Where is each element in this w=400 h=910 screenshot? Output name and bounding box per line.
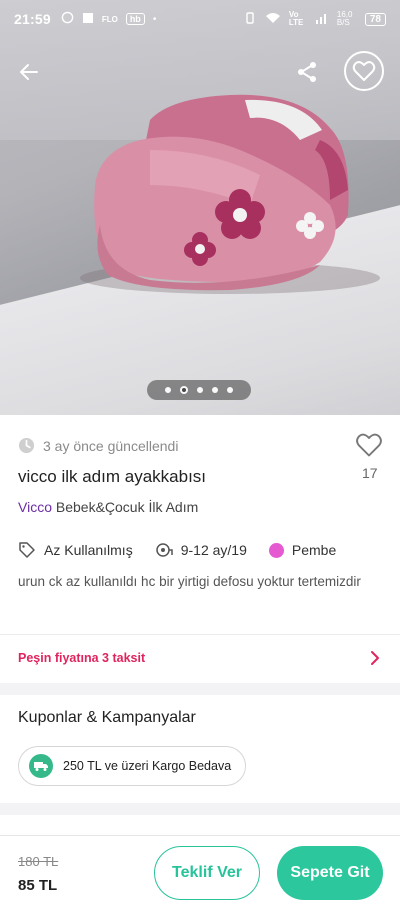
go-to-cart-button[interactable]: Sepete Git: [277, 846, 383, 900]
dot-icon: •: [152, 13, 157, 25]
coupons-title: Kuponlar & Kampanyalar: [18, 709, 196, 726]
status-right: Vo LTE 16,0 B/S 78: [243, 11, 386, 28]
shoe-photo: [80, 94, 380, 294]
installment-row[interactable]: Peşin fiyatına 3 taksit: [0, 635, 400, 681]
product-description: urun ck az kullanıldı hc bir yirtigi def…: [18, 574, 361, 589]
updated-text: 3 ay önce güncellendi: [43, 437, 179, 454]
square-icon: [82, 12, 94, 27]
favorite-button[interactable]: [344, 51, 384, 91]
pager-dot[interactable]: [227, 387, 233, 393]
volte-label: Vo LTE: [288, 10, 304, 27]
old-price: 180 TL: [18, 854, 59, 869]
coupon-chip[interactable]: 250 TL ve üzeri Kargo Bedava: [18, 746, 247, 786]
attributes-row: Az Kullanılmış 9-12 ay/19 Pembe: [18, 541, 358, 559]
color-text: Pembe: [291, 542, 337, 558]
heart-icon: [352, 61, 376, 81]
bottom-action-bar: 180 TL 85 TL Teklif Ver Sepete Git: [0, 835, 400, 910]
brand-link[interactable]: Vicco: [18, 499, 52, 515]
tape-measure-icon: [155, 543, 173, 557]
vibrate-icon: [243, 11, 257, 28]
product-image[interactable]: [0, 0, 400, 415]
pager-dot[interactable]: [197, 387, 203, 393]
installment-text: Peşin fiyatına 3 taksit: [18, 651, 146, 665]
status-time: 21:59: [14, 11, 51, 27]
brand-category-line: Vicco Bebek&Çocuk İlk Adım: [18, 499, 198, 515]
product-title: vicco ilk adım ayakkabısı: [18, 467, 207, 486]
truck-icon: [29, 754, 53, 778]
speed-label: 16,0 B/S: [336, 10, 353, 27]
product-details: 3 ay önce güncellendi 17 vicco ilk adım …: [0, 415, 400, 835]
updated-info: 3 ay önce güncellendi: [18, 437, 178, 454]
arrow-left-icon: [20, 64, 38, 80]
section-gap: [0, 683, 400, 695]
battery-indicator: 78: [364, 12, 386, 26]
tag-icon: [19, 542, 35, 558]
whatsapp-icon: [61, 11, 74, 27]
coupon-label: 250 TL ve üzeri Kargo Bedava: [63, 759, 232, 773]
status-bar: 21:59 FLO hb • Vo LTE 16,0 B/S 78: [0, 0, 400, 38]
size-attr: 9-12 ay/19: [155, 541, 247, 559]
notification-icons: FLO hb •: [61, 11, 157, 27]
chevron-right-icon: [371, 651, 379, 665]
make-offer-button[interactable]: Teklif Ver: [154, 846, 260, 900]
color-swatch: [268, 542, 284, 558]
category-link[interactable]: Bebek&Çocuk İlk Adım: [56, 499, 198, 515]
pager-dot[interactable]: [165, 387, 171, 393]
pager-dot[interactable]: [212, 387, 218, 393]
condition-text: Az Kullanılmış: [44, 542, 133, 558]
size-text: 9-12 ay/19: [180, 542, 247, 558]
image-pager[interactable]: [147, 380, 251, 400]
signal-icon: [315, 12, 329, 27]
hb-chip: hb: [125, 13, 145, 25]
heart-outline-icon: [356, 433, 382, 457]
like-count: 17: [362, 465, 378, 481]
flo-chip: FLO: [101, 14, 118, 24]
back-button[interactable]: [12, 55, 46, 89]
current-price: 85 TL: [18, 877, 58, 894]
condition-attr: Az Kullanılmış: [18, 541, 133, 559]
wifi-icon: [265, 12, 281, 27]
share-button[interactable]: [290, 55, 324, 89]
share-icon: [298, 62, 316, 82]
like-button[interactable]: [355, 432, 385, 462]
section-gap: [0, 803, 400, 815]
clock-icon: [18, 437, 35, 454]
pager-dot-active[interactable]: [180, 386, 188, 394]
color-attr: Pembe: [268, 542, 337, 558]
